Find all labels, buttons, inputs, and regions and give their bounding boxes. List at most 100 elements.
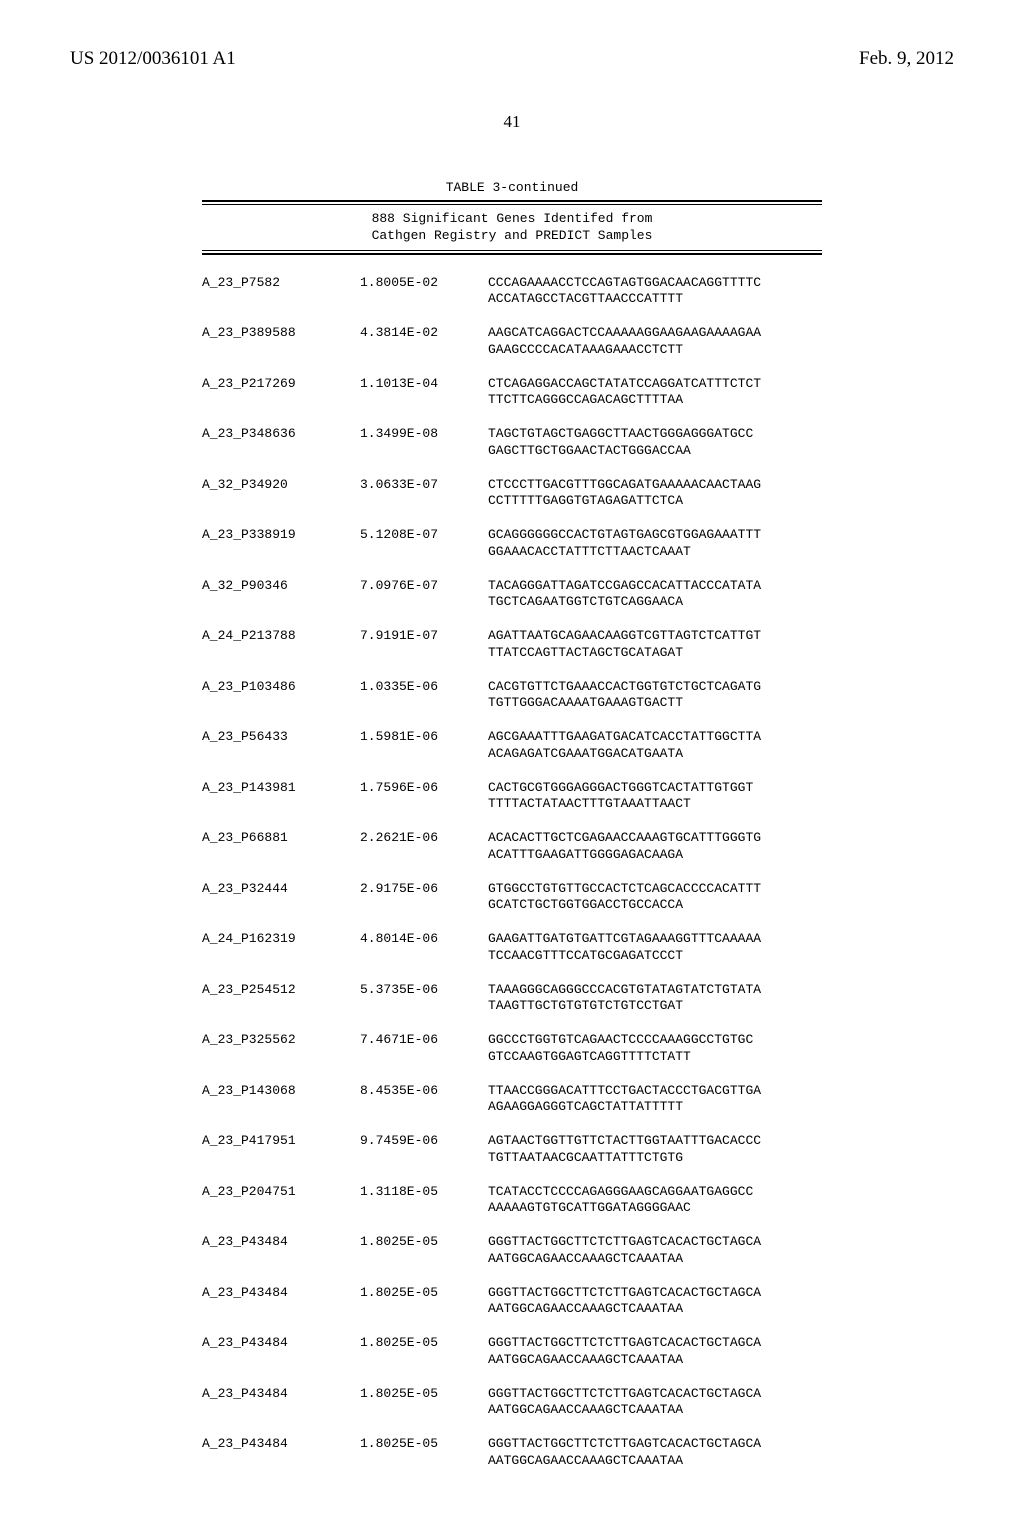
page-number: 41 (70, 112, 954, 132)
p-value: 4.3814E-02 (360, 325, 480, 341)
sequence-line1: TACAGGGATTAGATCCGAGCCACATTACCCATATA (488, 578, 822, 594)
sequence: GGGTTACTGGCTTCTCTTGAGTCACACTGCTAGCAAATGG… (488, 1234, 822, 1267)
probe-id: A_23_P338919 (202, 527, 352, 543)
p-value: 1.5981E-06 (360, 729, 480, 745)
sequence-line1: GGGTTACTGGCTTCTCTTGAGTCACACTGCTAGCA (488, 1285, 822, 1301)
probe-id: A_23_P325562 (202, 1032, 352, 1048)
sequence: GGGTTACTGGCTTCTCTTGAGTCACACTGCTAGCAAATGG… (488, 1285, 822, 1318)
sequence: TAAAGGGCAGGGCCCACGTGTATAGTATCTGTATATAAGT… (488, 982, 822, 1015)
table-row: A_23_P1439811.7596E-06CACTGCGTGGGAGGGACT… (202, 780, 822, 813)
table-row: A_23_P434841.8025E-05GGGTTACTGGCTTCTCTTG… (202, 1335, 822, 1368)
sequence-line1: GAAGATTGATGTGATTCGTAGAAAGGTTTCAAAAA (488, 931, 822, 947)
p-value: 5.1208E-07 (360, 527, 480, 543)
probe-id: A_23_P66881 (202, 830, 352, 846)
table-row: A_23_P2172691.1013E-04CTCAGAGGACCAGCTATA… (202, 376, 822, 409)
sequence-line1: GGGTTACTGGCTTCTCTTGAGTCACACTGCTAGCA (488, 1234, 822, 1250)
sequence-line2: AAAAAGTGTGCATTGGATAGGGGAAC (488, 1200, 822, 1216)
sequence: CCCAGAAAACCTCCAGTAGTGGACAACAGGTTTTCACCAT… (488, 275, 822, 308)
sequence: GGGTTACTGGCTTCTCTTGAGTCACACTGCTAGCAAATGG… (488, 1335, 822, 1368)
p-value: 1.8025E-05 (360, 1285, 480, 1301)
table-row: A_24_P213788 7.9191E-07 AGATTAATGCAGAACAAG… (202, 628, 822, 661)
page-container: US 2012/0036101 A1 Feb. 9, 2012 41 TABLE… (0, 0, 1024, 1527)
sequence-line1: CTCAGAGGACCAGCTATATCCAGGATCATTTCTCT (488, 376, 822, 392)
p-value: 7.9191E-07 (360, 628, 480, 644)
table-subtitle: 888 Significant Genes Identifed from Cat… (202, 207, 822, 248)
table-row: A_23_P338919 5.1208E-07 GCAGGGGGGCCACTGTAG… (202, 527, 822, 560)
table-row: A_23_P324442.9175E-06GTGGCCTGTGTTGCCACTC… (202, 881, 822, 914)
sequence-line1: CACGTGTTCTGAAACCACTGGTGTCTGCTCAGATG (488, 679, 822, 695)
probe-id: A_32_P90346 (202, 578, 352, 594)
table-row: A_23_P3255627.4671E-06GGCCCTGGTGTCAGAACT… (202, 1032, 822, 1065)
sequence-line1: AGCGAAATTTGAAGATGACATCACCTATTGGCTTA (488, 729, 822, 745)
table-row: A_23_P56433 1.5981E-06 AGCGAAATTTGAAGATGAC… (202, 729, 822, 762)
probe-id: A_23_P43484 (202, 1436, 352, 1452)
table-row: A_23_P3486361.3499E-08TAGCTGTAGCTGAGGCTT… (202, 426, 822, 459)
rule-top-inner (202, 204, 822, 205)
sequence-line2: AATGGCAGAACCAAAGCTCAAATAA (488, 1352, 822, 1368)
sequence: TTAACCGGGACATTTCCTGACTACCCTGACGTTGAAGAAG… (488, 1083, 822, 1116)
sequence: GGGTTACTGGCTTCTCTTGAGTCACACTGCTAGCAAATGG… (488, 1386, 822, 1419)
p-value: 1.3118E-05 (360, 1184, 480, 1200)
table-row: A_23_P66881 2.2621E-06 ACACACTTGCTCGAGAACC… (202, 830, 822, 863)
probe-id: A_23_P417951 (202, 1133, 352, 1149)
probe-id: A_23_P389588 (202, 325, 352, 341)
probe-id: A_23_P143981 (202, 780, 352, 796)
table-row: A_23_P4179519.7459E-06AGTAACTGGTTGTTCTAC… (202, 1133, 822, 1166)
sequence-line1: GGCCCTGGTGTCAGAACTCCCCAAAGGCCTGTGC (488, 1032, 822, 1048)
sequence-line2: TAAGTTGCTGTGTGTCTGTCCTGAT (488, 998, 822, 1014)
p-value: 5.3735E-06 (360, 982, 480, 998)
sequence-line1: TAGCTGTAGCTGAGGCTTAACTGGGAGGGATGCC (488, 426, 822, 442)
p-value: 1.8025E-05 (360, 1436, 480, 1452)
sequence-line2: TTATCCAGTTACTAGCTGCATAGAT (488, 645, 822, 661)
sequence: AGTAACTGGTTGTTCTACTTGGTAATTTGACACCCTGTTA… (488, 1133, 822, 1166)
probe-id: A_23_P43484 (202, 1285, 352, 1301)
sequence: CACTGCGTGGGAGGGACTGGGTCACTATTGTGGTTTTTAC… (488, 780, 822, 813)
p-value: 3.0633E-07 (360, 477, 480, 493)
sequence-line1: AGTAACTGGTTGTTCTACTTGGTAATTTGACACCC (488, 1133, 822, 1149)
sequence-line2: TCCAACGTTTCCATGCGAGATCCCT (488, 948, 822, 964)
p-value: 7.0976E-07 (360, 578, 480, 594)
sequence: TCATACCTCCCCAGAGGGAAGCAGGAATGAGGCCAAAAAG… (488, 1184, 822, 1217)
p-value: 2.2621E-06 (360, 830, 480, 846)
table-row: A_23_P1430688.4535E-06TTAACCGGGACATTTCCT… (202, 1083, 822, 1116)
sequence: GTGGCCTGTGTTGCCACTCTCAGCACCCCACATTTGCATC… (488, 881, 822, 914)
probe-id: A_24_P162319 (202, 931, 352, 947)
sequence-line1: AGATTAATGCAGAACAAGGTCGTTAGTCTCATTGT (488, 628, 822, 644)
sequence-line1: TAAAGGGCAGGGCCCACGTGTATAGTATCTGTATA (488, 982, 822, 998)
p-value: 2.9175E-06 (360, 881, 480, 897)
table-row: A_23_P43484 1.8025E-05 GGGTTACTGGCTTCTCTTG… (202, 1285, 822, 1318)
probe-id: A_23_P204751 (202, 1184, 352, 1200)
sequence-line1: GGGTTACTGGCTTCTCTTGAGTCACACTGCTAGCA (488, 1436, 822, 1452)
sequence: CTCAGAGGACCAGCTATATCCAGGATCATTTCTCTTTCTT… (488, 376, 822, 409)
table-subtitle-line1: 888 Significant Genes Identifed from (372, 211, 653, 226)
probe-id: A_23_P43484 (202, 1335, 352, 1351)
sequence-line1: GGGTTACTGGCTTCTCTTGAGTCACACTGCTAGCA (488, 1386, 822, 1402)
table-body: A_23_P75821.8005E-02CCCAGAAAACCTCCAGTAGT… (202, 275, 822, 1469)
probe-id: A_24_P213788 (202, 628, 352, 644)
table-row: A_23_P3895884.3814E-02AAGCATCAGGACTCCAAA… (202, 325, 822, 358)
p-value: 4.8014E-06 (360, 931, 480, 947)
sequence-line2: TTTTACTATAACTTTGTAAATTAACT (488, 796, 822, 812)
sequence-line2: GAAGCCCCACATAAAGAAACCTCTT (488, 342, 822, 358)
sequence-line1: TTAACCGGGACATTTCCTGACTACCCTGACGTTGA (488, 1083, 822, 1099)
publication-date: Feb. 9, 2012 (859, 48, 954, 70)
sequence: AGCGAAATTTGAAGATGACATCACCTATTGGCTTAACAGA… (488, 729, 822, 762)
table-row: A_23_P1034861.0335E-06CACGTGTTCTGAAACCAC… (202, 679, 822, 712)
sequence-line2: TTCTTCAGGGCCAGACAGCTTTTAA (488, 392, 822, 408)
probe-id: A_23_P56433 (202, 729, 352, 745)
sequence-line2: TGCTCAGAATGGTCTGTCAGGAACA (488, 594, 822, 610)
sequence-line1: ACACACTTGCTCGAGAACCAAAGTGCATTTGGGTG (488, 830, 822, 846)
data-table: TABLE 3-continued 888 Significant Genes … (202, 180, 822, 1469)
sequence-line2: TGTTAATAACGCAATTATTTCTGTG (488, 1150, 822, 1166)
table-row: A_32_P349203.0633E-07CTCCCTTGACGTTTGGCAG… (202, 477, 822, 510)
sequence-line1: GCAGGGGGGCCACTGTAGTGAGCGTGGAGAAATTT (488, 527, 822, 543)
probe-id: A_32_P34920 (202, 477, 352, 493)
sequence: GGGTTACTGGCTTCTCTTGAGTCACACTGCTAGCAAATGG… (488, 1436, 822, 1469)
sequence-line1: GGGTTACTGGCTTCTCTTGAGTCACACTGCTAGCA (488, 1335, 822, 1351)
table-row: A_24_P162319 4.8014E-06 GAAGATTGATGTGATTCG… (202, 931, 822, 964)
probe-id: A_23_P143068 (202, 1083, 352, 1099)
probe-id: A_23_P43484 (202, 1386, 352, 1402)
p-value: 1.8025E-05 (360, 1234, 480, 1250)
table-row: A_23_P2545125.3735E-06TAAAGGGCAGGGCCCACG… (202, 982, 822, 1015)
sequence: GCAGGGGGGCCACTGTAGTGAGCGTGGAGAAATTTGGAAA… (488, 527, 822, 560)
